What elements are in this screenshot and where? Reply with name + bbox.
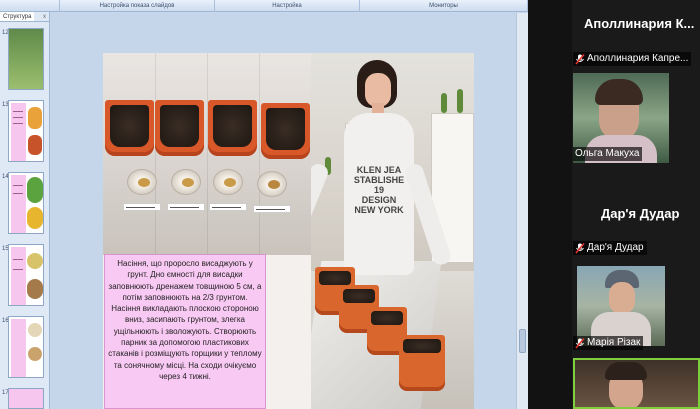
photo-girl-planting: KLEN JEA STABLISHE 19 DESIGN NEW YORK bbox=[311, 53, 474, 409]
outline-tabs: Структура x bbox=[0, 12, 49, 22]
participant-label: Дар'я Дудар bbox=[573, 241, 647, 255]
vertical-scrollbar[interactable] bbox=[516, 13, 528, 409]
muted-mic-icon bbox=[575, 242, 585, 254]
ribbon-group-1[interactable] bbox=[0, 0, 60, 12]
tab-structure[interactable]: Структура bbox=[0, 12, 35, 21]
screen: Настройка показа слайдов Настройка Монит… bbox=[0, 0, 700, 409]
powerpoint-window: Настройка показа слайдов Настройка Монит… bbox=[0, 0, 528, 409]
slide-thumbnail[interactable]: 12 bbox=[0, 28, 50, 92]
slide-thumbnail[interactable]: 14 bbox=[0, 172, 50, 236]
gallery-left-strip bbox=[528, 0, 572, 409]
participant-name: Аполлинария Капре... bbox=[587, 53, 689, 64]
muted-mic-icon bbox=[575, 337, 585, 349]
thumbnail-image bbox=[8, 316, 44, 378]
photo-seed-pots bbox=[103, 53, 311, 255]
participant-label: Ольга Макуха bbox=[573, 147, 643, 161]
slide-outline-pane: Структура x 12 13 14 15 16 17 bbox=[0, 12, 50, 409]
slide-thumbnail[interactable]: 13 bbox=[0, 100, 50, 164]
muted-mic-icon bbox=[575, 53, 585, 65]
ribbon-group-setup[interactable]: Настройка bbox=[215, 0, 360, 12]
thumbnail-image bbox=[8, 388, 44, 409]
close-icon[interactable]: x bbox=[40, 12, 49, 21]
ribbon-group-slideshow-setup[interactable]: Настройка показа слайдов bbox=[60, 0, 215, 12]
participant-name-tile: Дар'я Дудар bbox=[601, 206, 680, 221]
slide-thumbnail[interactable]: 16 bbox=[0, 316, 50, 380]
slide-thumbnail[interactable]: 17 bbox=[0, 388, 50, 409]
participant-video[interactable] bbox=[577, 266, 665, 346]
slide-text-box[interactable]: Насіння, що проросло висаджують у грунт.… bbox=[104, 254, 266, 409]
thumbnail-image bbox=[8, 244, 44, 306]
slide-thumbnail[interactable]: 15 bbox=[0, 244, 50, 308]
participant-name: Ольга Макуха bbox=[575, 148, 640, 159]
thumbnail-image bbox=[8, 172, 44, 234]
scrollbar-thumb[interactable] bbox=[519, 329, 526, 353]
ribbon-group-monitors[interactable]: Мониторы bbox=[360, 0, 528, 12]
thumbnail-image bbox=[8, 100, 44, 162]
participant-name: Марія Різак bbox=[587, 337, 641, 348]
participant-label: Аполлинария Капре... bbox=[573, 52, 692, 66]
participant-label: Марія Різак bbox=[573, 336, 644, 350]
thumbnail-image bbox=[8, 28, 44, 90]
participant-name: Дар'я Дудар bbox=[587, 242, 644, 253]
active-speaker-video[interactable] bbox=[573, 358, 700, 409]
slide: KLEN JEA STABLISHE 19 DESIGN NEW YORK На… bbox=[103, 53, 474, 409]
ribbon: Настройка показа слайдов Настройка Монит… bbox=[0, 0, 528, 12]
shirt-text: KLEN JEA STABLISHE 19 DESIGN NEW YORK bbox=[353, 165, 405, 215]
participant-name-tile: Аполлинария К... bbox=[584, 16, 695, 31]
